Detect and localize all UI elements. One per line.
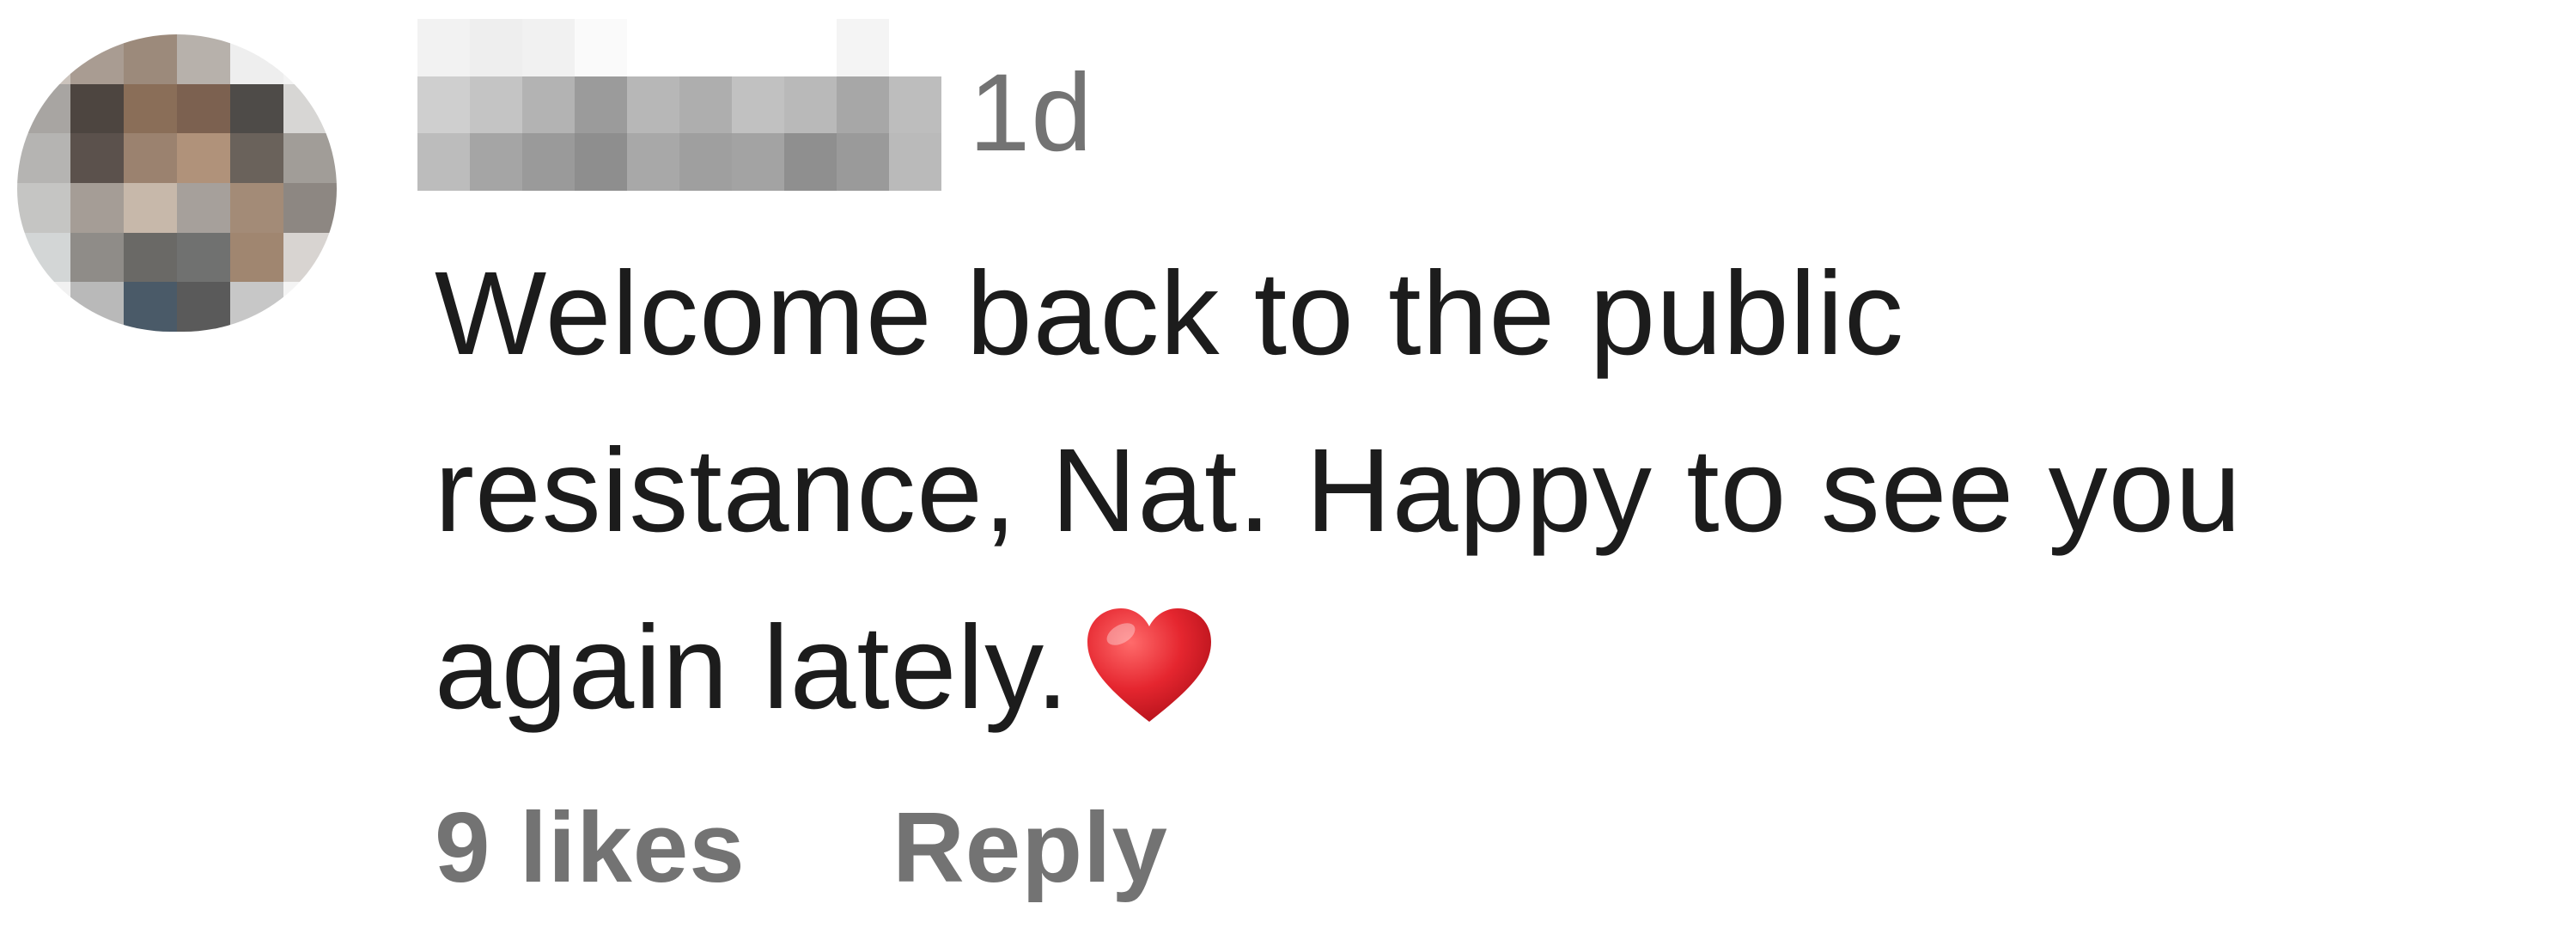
comment-actions: 9 likes Reply	[435, 797, 1168, 897]
red-heart-icon	[1087, 608, 1212, 722]
reply-button[interactable]: Reply	[892, 797, 1168, 897]
comment-timestamp: 1d	[969, 52, 1093, 174]
comment: 1d Welcome back to the public resistance…	[0, 0, 2576, 928]
comment-text-block: Welcome back to the public resistance, N…	[435, 225, 2513, 756]
likes-count[interactable]: 9 likes	[435, 797, 746, 897]
comment-text: Welcome back to the public resistance, N…	[435, 247, 2243, 734]
username-blurred[interactable]	[417, 19, 941, 191]
avatar[interactable]	[17, 34, 337, 332]
